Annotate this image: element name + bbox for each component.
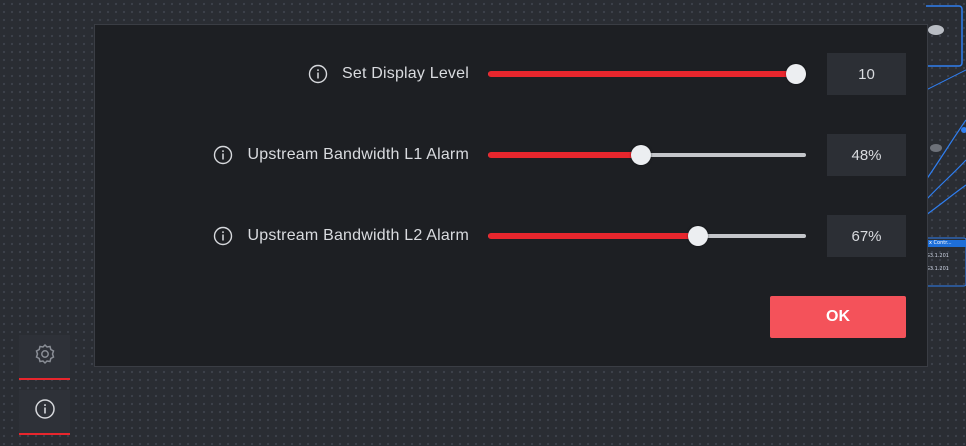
info-icon [34,398,56,425]
ok-button[interactable]: OK [770,296,906,338]
setting-label-group: Set Display Level [308,53,469,95]
slider-thumb[interactable] [786,64,806,84]
topology-canvas-edge[interactable]: x Contr... G3.1.201 G3.1.201 [926,0,966,446]
l1-alarm-value[interactable]: 48% [827,134,906,176]
l2-alarm-slider[interactable] [488,226,806,246]
info-icon[interactable] [308,64,328,84]
info-button[interactable] [19,390,70,435]
device-icon [928,25,944,35]
setting-label: Upstream Bandwidth L1 Alarm [247,146,469,163]
gear-icon [33,342,57,371]
setting-row-l2-alarm: Upstream Bandwidth L2 Alarm 67% [95,215,929,257]
info-icon[interactable] [213,145,233,165]
display-level-slider[interactable] [488,64,806,84]
slider-fill [488,233,698,239]
l1-alarm-slider[interactable] [488,145,806,165]
slider-thumb[interactable] [631,145,652,165]
setting-label-group: Upstream Bandwidth L1 Alarm [213,134,469,176]
setting-label-group: Upstream Bandwidth L2 Alarm [213,215,469,257]
display-settings-dialog: Set Display Level 10 Upstream Bandwidth … [94,24,928,367]
l2-alarm-value[interactable]: 67% [827,215,906,257]
display-level-value[interactable]: 10 [827,53,906,95]
device-icon [930,144,942,152]
topology-links [926,5,966,287]
setting-row-l1-alarm: Upstream Bandwidth L1 Alarm 48% [95,134,929,176]
node-label: G3.1.201 [926,266,949,272]
settings-button[interactable] [19,335,70,380]
slider-thumb[interactable] [687,226,708,246]
setting-label: Upstream Bandwidth L2 Alarm [247,227,469,244]
slider-fill [488,71,796,77]
node-title: x Contr... [926,240,966,247]
node-label: G3.1.201 [926,253,949,259]
info-icon[interactable] [213,226,233,246]
setting-row-display-level: Set Display Level 10 [95,53,929,95]
slider-fill [488,152,642,158]
setting-label: Set Display Level [341,65,469,82]
